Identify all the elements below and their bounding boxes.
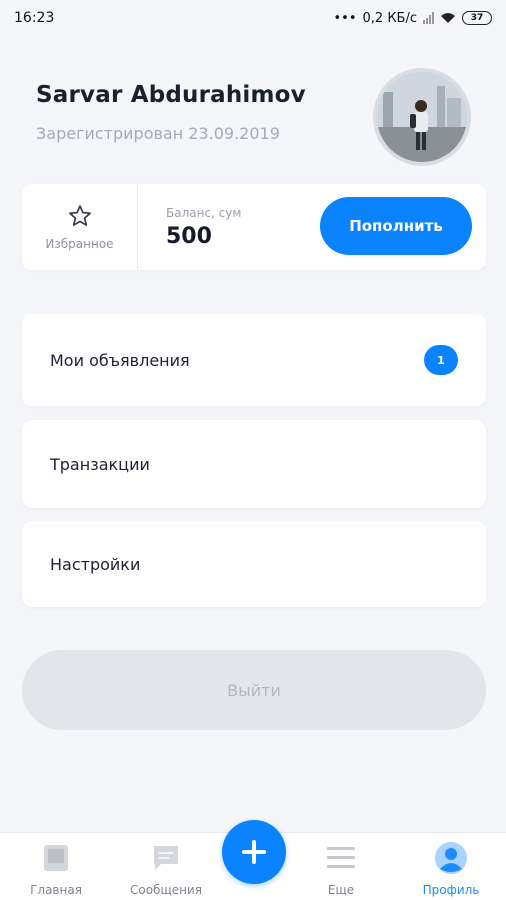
tab-label: Главная [30,883,82,897]
summary-card: Избранное Баланс, сум 500 Пополнить [22,184,486,270]
balance-caption: Баланс, сум [166,206,242,220]
menu-item-label: Мои объявления [50,350,190,370]
tab-home[interactable]: Главная [6,841,106,897]
balance-value: 500 [166,224,212,249]
registration-date: Зарегистрирован 23.09.2019 [36,124,280,143]
plus-icon [242,840,266,864]
tab-messages[interactable]: Сообщения [116,841,216,897]
ads-count-badge: 1 [424,345,458,375]
profile-icon [435,842,467,874]
tab-more[interactable]: Еще [291,841,391,897]
avatar[interactable] [373,68,471,166]
star-icon [68,205,91,226]
menu-item-label: Настройки [50,554,141,574]
menu-item-label: Транзакции [50,454,150,474]
status-bar: 16:23 ••• 0,2 КБ/с 37 [0,0,506,36]
tab-label: Профиль [422,883,480,897]
message-icon [154,846,178,870]
network-speed: 0,2 КБ/с [362,10,417,26]
favorites-label: Избранное [45,237,114,251]
topup-button[interactable]: Пополнить [320,197,472,255]
status-time: 16:23 [14,10,55,26]
home-icon [44,845,68,871]
menu-icon [327,847,355,868]
logout-button[interactable]: Выйти [22,650,486,730]
dots-icon: ••• [333,10,357,26]
menu-item-settings[interactable]: Настройки [22,521,486,607]
tab-label: Еще [327,883,355,897]
add-listing-button[interactable] [222,820,286,884]
user-photo-icon [377,72,467,162]
tab-label: Сообщения [129,883,202,897]
menu-item-my-ads[interactable]: Мои объявления 1 [22,314,486,406]
favorites-button[interactable]: Избранное [22,184,138,270]
wifi-icon [441,13,455,23]
menu-item-transactions[interactable]: Транзакции [22,420,486,508]
battery-level: 37 [470,13,484,23]
tab-profile[interactable]: Профиль [401,841,501,897]
status-indicators: ••• 0,2 КБ/с 37 [333,10,492,26]
battery-icon: 37 [462,11,492,25]
signal-icon [423,12,434,24]
profile-name: Sarvar Abdurahimov [36,82,306,108]
